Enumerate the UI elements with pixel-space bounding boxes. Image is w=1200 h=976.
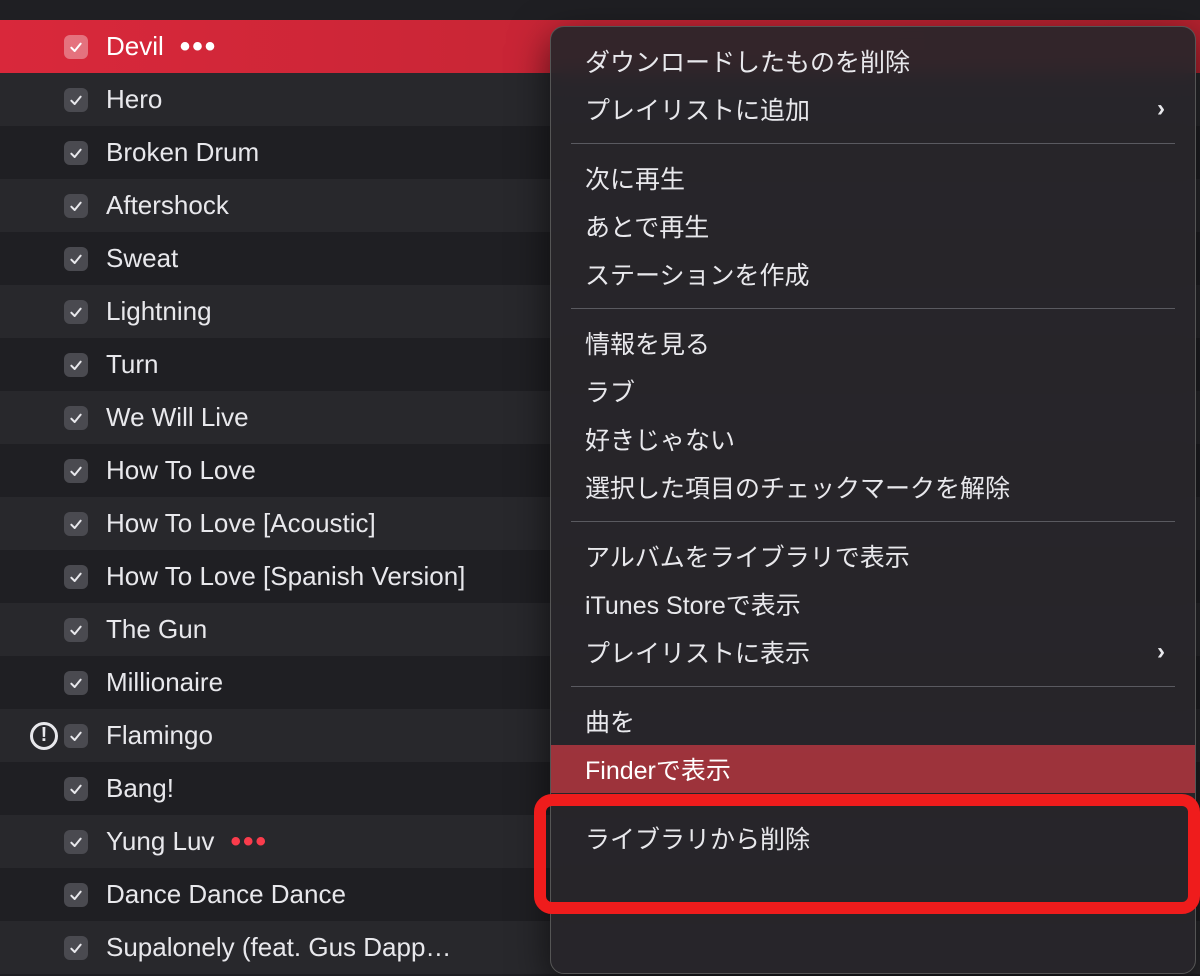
track-checkbox[interactable] xyxy=(64,777,88,801)
track-checkbox[interactable] xyxy=(64,671,88,695)
menu-item-label: アルバムをライブラリで表示 xyxy=(585,538,910,574)
track-title: Devil xyxy=(106,31,164,62)
track-title: Sweat xyxy=(106,243,178,274)
track-checkbox[interactable] xyxy=(64,724,88,748)
track-checkbox[interactable] xyxy=(64,459,88,483)
more-icon[interactable]: ••• xyxy=(230,827,268,857)
menu-item-label: ライブラリから削除 xyxy=(585,820,810,856)
track-checkbox[interactable] xyxy=(64,141,88,165)
menu-item[interactable]: 選択した項目のチェックマークを解除 xyxy=(551,463,1195,511)
chevron-right-icon: › xyxy=(1157,638,1165,666)
track-title: The Gun xyxy=(106,614,207,645)
menu-item-label: 曲を xyxy=(585,703,635,739)
track-title: Hero xyxy=(106,84,162,115)
menu-item[interactable]: Finderで表示 xyxy=(551,745,1195,793)
track-checkbox[interactable] xyxy=(64,936,88,960)
track-title: How To Love xyxy=(106,455,256,486)
menu-item-label: プレイリストに表示 xyxy=(585,634,810,670)
context-menu[interactable]: ダウンロードしたものを削除プレイリストに追加 › 次に再生あとで再生ステーションを作… xyxy=(550,26,1196,974)
menu-separator xyxy=(571,308,1175,309)
menu-separator xyxy=(571,143,1175,144)
track-title: Aftershock xyxy=(106,190,229,221)
menu-separator xyxy=(571,803,1175,804)
menu-item[interactable]: ライブラリから削除 xyxy=(551,814,1195,862)
track-checkbox[interactable] xyxy=(64,247,88,271)
menu-item-label: プレイリストに追加 xyxy=(585,91,810,127)
menu-item[interactable]: 情報を見る xyxy=(551,319,1195,367)
track-checkbox[interactable] xyxy=(64,618,88,642)
track-title: How To Love [Acoustic] xyxy=(106,508,376,539)
track-checkbox[interactable] xyxy=(64,88,88,112)
menu-item-label: 選択した項目のチェックマークを解除 xyxy=(585,469,1010,505)
track-title: Turn xyxy=(106,349,159,380)
track-checkbox[interactable] xyxy=(64,883,88,907)
status-column: ! xyxy=(24,722,64,750)
menu-item-label: Finderで表示 xyxy=(585,751,731,787)
warning-icon: ! xyxy=(30,722,58,750)
track-checkbox[interactable] xyxy=(64,565,88,589)
menu-separator xyxy=(571,521,1175,522)
menu-item[interactable]: ステーションを作成 xyxy=(551,250,1195,298)
menu-item[interactable]: 好きじゃない xyxy=(551,415,1195,463)
menu-item[interactable]: プレイリストに追加 › xyxy=(551,85,1195,133)
menu-item[interactable]: iTunes Storeで表示 xyxy=(551,580,1195,628)
track-checkbox[interactable] xyxy=(64,406,88,430)
menu-item-label: ラブ xyxy=(585,373,635,409)
chevron-right-icon: › xyxy=(1157,95,1165,123)
menu-item[interactable]: 曲を xyxy=(551,697,1195,745)
menu-item[interactable]: アルバムをライブラリで表示 xyxy=(551,532,1195,580)
track-title: We Will Live xyxy=(106,402,249,433)
track-checkbox[interactable] xyxy=(64,353,88,377)
menu-item-label: ステーションを作成 xyxy=(585,256,810,292)
menu-separator xyxy=(571,686,1175,687)
track-title: Lightning xyxy=(106,296,212,327)
menu-item[interactable]: ラブ xyxy=(551,367,1195,415)
menu-item-label: ダウンロードしたものを削除 xyxy=(585,43,910,79)
track-title: Dance Dance Dance xyxy=(106,879,346,910)
track-title: Broken Drum xyxy=(106,137,259,168)
track-title: Flamingo xyxy=(106,720,213,751)
track-title: Bang! xyxy=(106,773,174,804)
track-checkbox[interactable] xyxy=(64,830,88,854)
menu-item-label: 次に再生 xyxy=(585,160,685,196)
track-checkbox[interactable] xyxy=(64,194,88,218)
track-title: Millionaire xyxy=(106,667,223,698)
menu-item[interactable]: 次に再生 xyxy=(551,154,1195,202)
menu-item-label: 好きじゃない xyxy=(585,421,735,457)
track-title: How To Love [Spanish Version] xyxy=(106,561,465,592)
track-title: Yung Luv xyxy=(106,826,214,857)
menu-item-label: 情報を見る xyxy=(585,325,710,361)
track-title: Supalonely (feat. Gus Dapp… xyxy=(106,932,451,963)
menu-item-label: あとで再生 xyxy=(585,208,709,244)
menu-item[interactable]: ダウンロードしたものを削除 xyxy=(551,37,1195,85)
track-checkbox[interactable] xyxy=(64,35,88,59)
menu-item[interactable]: あとで再生 xyxy=(551,202,1195,250)
track-checkbox[interactable] xyxy=(64,300,88,324)
track-checkbox[interactable] xyxy=(64,512,88,536)
more-icon[interactable]: ••• xyxy=(180,32,218,62)
menu-item-label: iTunes Storeで表示 xyxy=(585,586,801,622)
menu-item[interactable]: プレイリストに表示 › xyxy=(551,628,1195,676)
